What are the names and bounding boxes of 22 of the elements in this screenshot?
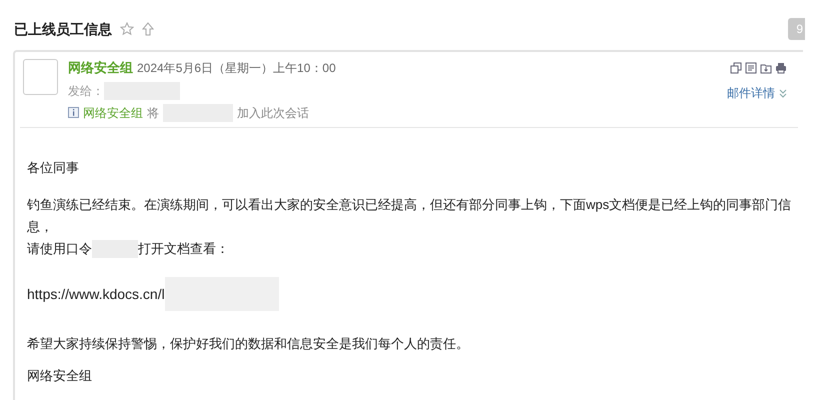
note-icon[interactable] (745, 62, 757, 74)
sender-avatar (23, 59, 58, 95)
recipient-label: 发给： (68, 82, 104, 100)
print-icon[interactable] (775, 62, 787, 74)
notice-action: 加入此次会话 (237, 104, 309, 122)
notice-actor[interactable]: 网络安全组 (83, 104, 143, 122)
open-instruction: 打开文档查看： (138, 240, 229, 258)
info-icon (68, 107, 79, 118)
copy-icon[interactable] (730, 62, 742, 74)
details-link[interactable]: 邮件详情 (727, 84, 775, 102)
notice-verb: 将 (147, 104, 159, 122)
greeting-text: 各位同事 (27, 159, 80, 177)
closing-text: 希望大家持续保持警惕，保护好我们的数据和信息安全是我们每个人的责任。 (27, 335, 470, 353)
download-folder-icon[interactable] (760, 62, 772, 74)
star-icon[interactable] (120, 22, 134, 36)
sent-date: 2024年5月6日（星期一）上午10：00 (137, 60, 336, 77)
password-prompt: 请使用口令 (27, 240, 92, 258)
body-paragraph: 钓鱼演练已经结束。在演练期间，可以看出大家的安全意识已经提高，但还有部分同事上钩，下面wps文档便是已经上钩的同事部门信息， (27, 196, 792, 236)
document-link[interactable]: https://www.kdocs.cn/l (27, 284, 165, 304)
sender-name[interactable]: 网络安全组 (68, 58, 133, 78)
subject-title: 已上线员工信息 (14, 20, 112, 38)
signature-text: 网络安全组 (27, 367, 93, 385)
